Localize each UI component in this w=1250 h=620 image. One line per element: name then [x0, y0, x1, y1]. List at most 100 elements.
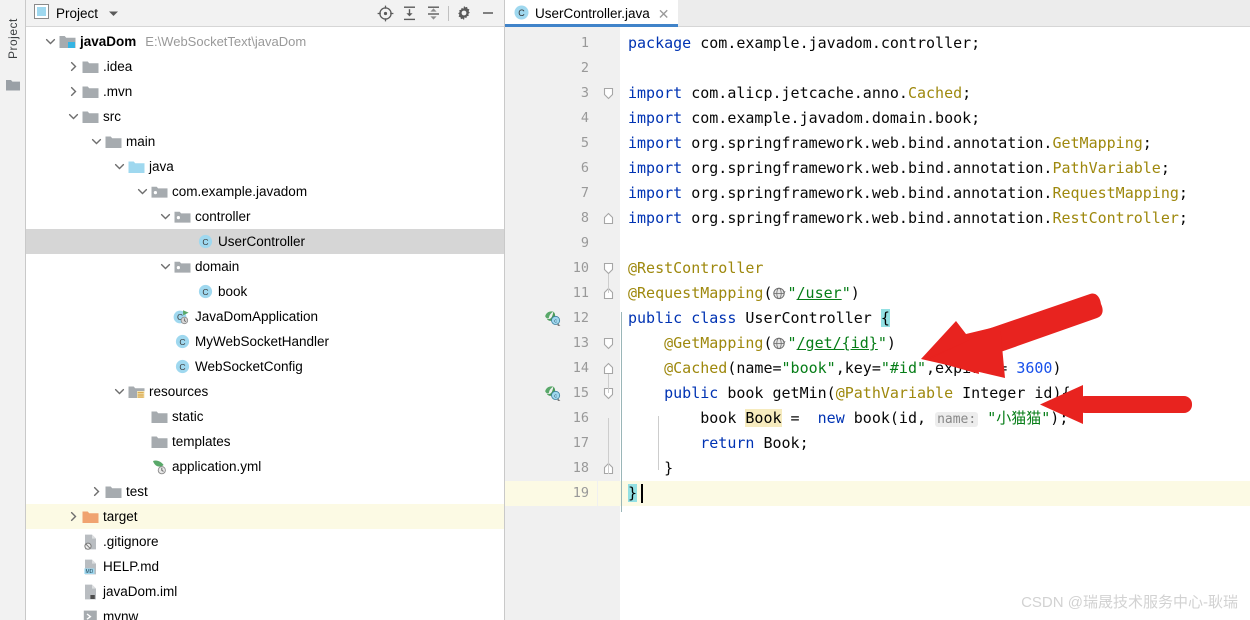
- editor-gutter[interactable]: 1 2 3 4 5 6 7 8 9 10 11 12 c 13 14 15 c 16 17 18 19: [505, 27, 598, 620]
- tree-row[interactable]: com.example.javadom: [26, 179, 504, 204]
- code-line-6[interactable]: import org.springframework.web.bind.anno…: [628, 156, 1250, 181]
- package-icon: [173, 204, 191, 229]
- minimize-icon[interactable]: [476, 2, 500, 24]
- code-line-2[interactable]: [628, 56, 1250, 81]
- tree-row[interactable]: C UserController: [26, 229, 504, 254]
- tree-row[interactable]: .idea: [26, 54, 504, 79]
- url-mapping-icon[interactable]: [772, 284, 788, 302]
- spring-bean-icon[interactable]: c: [543, 310, 562, 330]
- chevron-down-icon[interactable]: [43, 29, 58, 54]
- editor-tab-usercontroller[interactable]: C UserController.java ✕: [505, 0, 678, 27]
- code-line-13[interactable]: @GetMapping("/get/{id}"): [628, 331, 1250, 356]
- code-line-14[interactable]: @Cached(name="book",key="#id",expire = 3…: [628, 356, 1250, 381]
- gitignore-file-icon: [81, 529, 99, 554]
- code-line-10[interactable]: @RestController: [628, 256, 1250, 281]
- tree-row[interactable]: test: [26, 479, 504, 504]
- tree-row[interactable]: C WebSocketConfig: [26, 354, 504, 379]
- tree-row[interactable]: src: [26, 104, 504, 129]
- code-line-18[interactable]: }: [628, 456, 1250, 481]
- tool-window-button-project[interactable]: Project: [0, 4, 26, 74]
- code-line-7[interactable]: import org.springframework.web.bind.anno…: [628, 181, 1250, 206]
- java-class-icon: C: [514, 5, 529, 23]
- target-folder-icon: [81, 504, 99, 529]
- svg-text:C: C: [202, 237, 208, 247]
- folder-icon: [150, 429, 168, 454]
- chevron-right-icon[interactable]: [66, 54, 81, 79]
- code-line-19[interactable]: }: [628, 481, 1250, 506]
- tree-row[interactable]: resources: [26, 379, 504, 404]
- tree-row[interactable]: mvnw: [26, 604, 504, 620]
- editor-code-area[interactable]: package com.example.javadom.controller; i…: [620, 27, 1250, 620]
- line-number: 13: [572, 335, 589, 351]
- expand-all-icon[interactable]: [397, 2, 421, 24]
- fold-end-icon[interactable]: [602, 206, 615, 231]
- tree-row[interactable]: static: [26, 404, 504, 429]
- tree-arrow-placeholder: [66, 579, 81, 604]
- chevron-right-icon[interactable]: [89, 479, 104, 504]
- code-line-8[interactable]: import org.springframework.web.bind.anno…: [628, 206, 1250, 231]
- package-icon: [150, 179, 168, 204]
- line-number: 10: [572, 260, 589, 276]
- locate-icon[interactable]: [373, 2, 397, 24]
- tree-row[interactable]: .gitignore: [26, 529, 504, 554]
- folder-icon: [81, 104, 99, 129]
- chevron-down-icon[interactable]: [66, 104, 81, 129]
- tree-row[interactable]: main: [26, 129, 504, 154]
- tree-row-label: domain: [195, 259, 240, 274]
- tree-row-label: JavaDomApplication: [195, 309, 319, 324]
- tree-row[interactable]: javaDom E:\WebSocketText\javaDom: [26, 29, 504, 54]
- tree-row-label: book: [218, 284, 248, 299]
- code-line-12[interactable]: public class UserController {: [628, 306, 1250, 331]
- code-line-5[interactable]: import org.springframework.web.bind.anno…: [628, 131, 1250, 156]
- project-tree[interactable]: javaDom E:\WebSocketText\javaDom .idea .mvn…: [26, 27, 504, 620]
- url-mapping-icon[interactable]: [772, 334, 788, 352]
- tree-row[interactable]: Cbook: [26, 279, 504, 304]
- spring-bean-icon[interactable]: c: [543, 385, 562, 405]
- code-line-16[interactable]: book Book = new book(id, name: "小猫猫");: [628, 406, 1250, 431]
- chevron-down-icon[interactable]: [112, 379, 127, 404]
- tree-row[interactable]: domain: [26, 254, 504, 279]
- code-line-4[interactable]: import com.example.javadom.domain.book;: [628, 106, 1250, 131]
- tree-row-label: mvnw: [103, 609, 139, 620]
- code-line-3[interactable]: import com.alicp.jetcache.anno.Cached;: [628, 81, 1250, 106]
- script-file-icon: [81, 604, 99, 620]
- tree-row-label: src: [103, 109, 121, 124]
- chevron-right-icon[interactable]: [66, 504, 81, 529]
- gear-icon[interactable]: [452, 2, 476, 24]
- chevron-down-icon[interactable]: [108, 6, 119, 21]
- chevron-down-icon[interactable]: [158, 254, 173, 279]
- tree-row-label: templates: [172, 434, 231, 449]
- chevron-down-icon[interactable]: [112, 154, 127, 179]
- editor-fold-column[interactable]: [598, 27, 620, 620]
- tree-arrow-placeholder: [66, 529, 81, 554]
- tree-row[interactable]: templates: [26, 429, 504, 454]
- tree-row[interactable]: C JavaDomApplication: [26, 304, 504, 329]
- fold-connector-line: [621, 312, 622, 512]
- fold-start-icon[interactable]: [602, 331, 615, 356]
- code-line-11[interactable]: @RequestMapping("/user"): [628, 281, 1250, 306]
- tree-row[interactable]: C MyWebSocketHandler: [26, 329, 504, 354]
- code-line-17[interactable]: return Book;: [628, 431, 1250, 456]
- code-line-9[interactable]: [628, 231, 1250, 256]
- chevron-down-icon[interactable]: [158, 204, 173, 229]
- folder-icon: [150, 404, 168, 429]
- close-icon[interactable]: ✕: [656, 7, 672, 21]
- collapse-all-icon[interactable]: [421, 2, 445, 24]
- code-line-1[interactable]: package com.example.javadom.controller;: [628, 31, 1250, 56]
- text-caret: [641, 484, 643, 503]
- tree-row[interactable]: controller: [26, 204, 504, 229]
- chevron-down-icon[interactable]: [135, 179, 150, 204]
- code-line-15[interactable]: public book getMin(@PathVariable Integer…: [628, 381, 1250, 406]
- tree-arrow-placeholder: [158, 304, 173, 329]
- tree-row[interactable]: javaDom.iml: [26, 579, 504, 604]
- chevron-right-icon[interactable]: [66, 79, 81, 104]
- tree-row[interactable]: MD HELP.md: [26, 554, 504, 579]
- current-line-highlight: [598, 481, 620, 506]
- fold-start-icon[interactable]: [602, 81, 615, 106]
- tree-row-label: HELP.md: [103, 559, 160, 574]
- chevron-down-icon[interactable]: [89, 129, 104, 154]
- tree-row[interactable]: java: [26, 154, 504, 179]
- tree-row[interactable]: target: [26, 504, 504, 529]
- tree-row[interactable]: application.yml: [26, 454, 504, 479]
- tree-row[interactable]: .mvn: [26, 79, 504, 104]
